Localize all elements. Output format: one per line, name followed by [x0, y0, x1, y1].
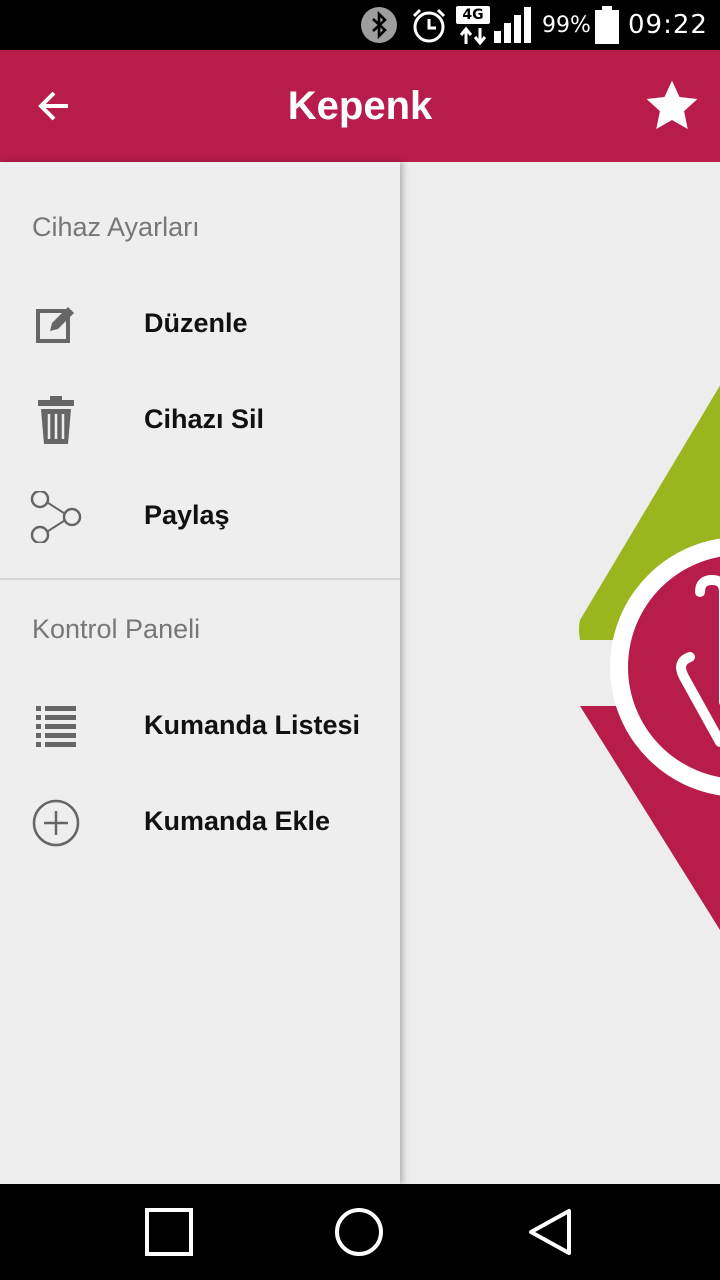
home-button[interactable]	[311, 1184, 407, 1280]
battery-icon	[594, 0, 620, 50]
menu-item-cihazi-sil[interactable]: Cihazı Sil	[0, 371, 400, 467]
menu-item-label: Paylaş	[144, 499, 230, 530]
back-button[interactable]	[22, 76, 86, 136]
back-nav-button[interactable]	[502, 1184, 598, 1280]
battery-percent: 99%	[542, 0, 591, 50]
signal-icon	[494, 0, 534, 50]
app-logo	[579, 385, 720, 930]
menu-item-kumanda-listesi[interactable]: Kumanda Listesi	[0, 677, 400, 773]
add-circle-icon	[30, 797, 82, 849]
back-nav-icon	[529, 1209, 571, 1255]
divider	[0, 578, 400, 580]
time-text: 09:22	[628, 10, 708, 40]
menu-item-label: Düzenle	[144, 307, 248, 338]
battery-percent-text: 99%	[542, 12, 591, 38]
section-header-kontrol-paneli: Kontrol Paneli	[32, 614, 201, 644]
favorite-button[interactable]	[640, 74, 704, 138]
menu-item-label: Kumanda Ekle	[144, 805, 331, 836]
bluetooth-icon	[360, 0, 398, 50]
home-icon	[335, 1208, 383, 1256]
recent-apps-icon	[145, 1208, 193, 1256]
page-title: Kepenk	[287, 83, 433, 128]
menu-item-paylas[interactable]: Paylaş	[0, 467, 400, 563]
network-type-label: 4G	[456, 6, 490, 24]
alarm-icon	[410, 0, 448, 50]
time: 09:22	[628, 0, 708, 50]
list-icon	[30, 701, 82, 753]
menu-item-label: Cihazı Sil	[144, 403, 265, 434]
status-bar: 4G 99% 09:22	[0, 0, 720, 50]
system-nav-bar	[0, 1184, 720, 1280]
menu-item-kumanda-ekle[interactable]: Kumanda Ekle	[0, 773, 400, 869]
section-header-cihaz-ayarlari: Cihaz Ayarları	[32, 212, 200, 242]
main-content	[400, 162, 720, 1184]
menu-item-label: Kumanda Listesi	[144, 709, 361, 740]
trash-icon	[30, 395, 82, 447]
edit-icon	[30, 299, 82, 351]
share-icon	[30, 491, 82, 543]
network-4g-icon: 4G	[456, 0, 490, 50]
recent-apps-button[interactable]	[121, 1184, 217, 1280]
app-bar: Kepenk	[0, 50, 720, 162]
arrow-back-icon	[38, 91, 68, 121]
menu-item-duzenle[interactable]: Düzenle	[0, 275, 400, 371]
star-icon	[646, 80, 698, 129]
navigation-drawer: Cihaz Ayarları Düzenle Cihazı Sil Paylaş…	[0, 162, 400, 1184]
